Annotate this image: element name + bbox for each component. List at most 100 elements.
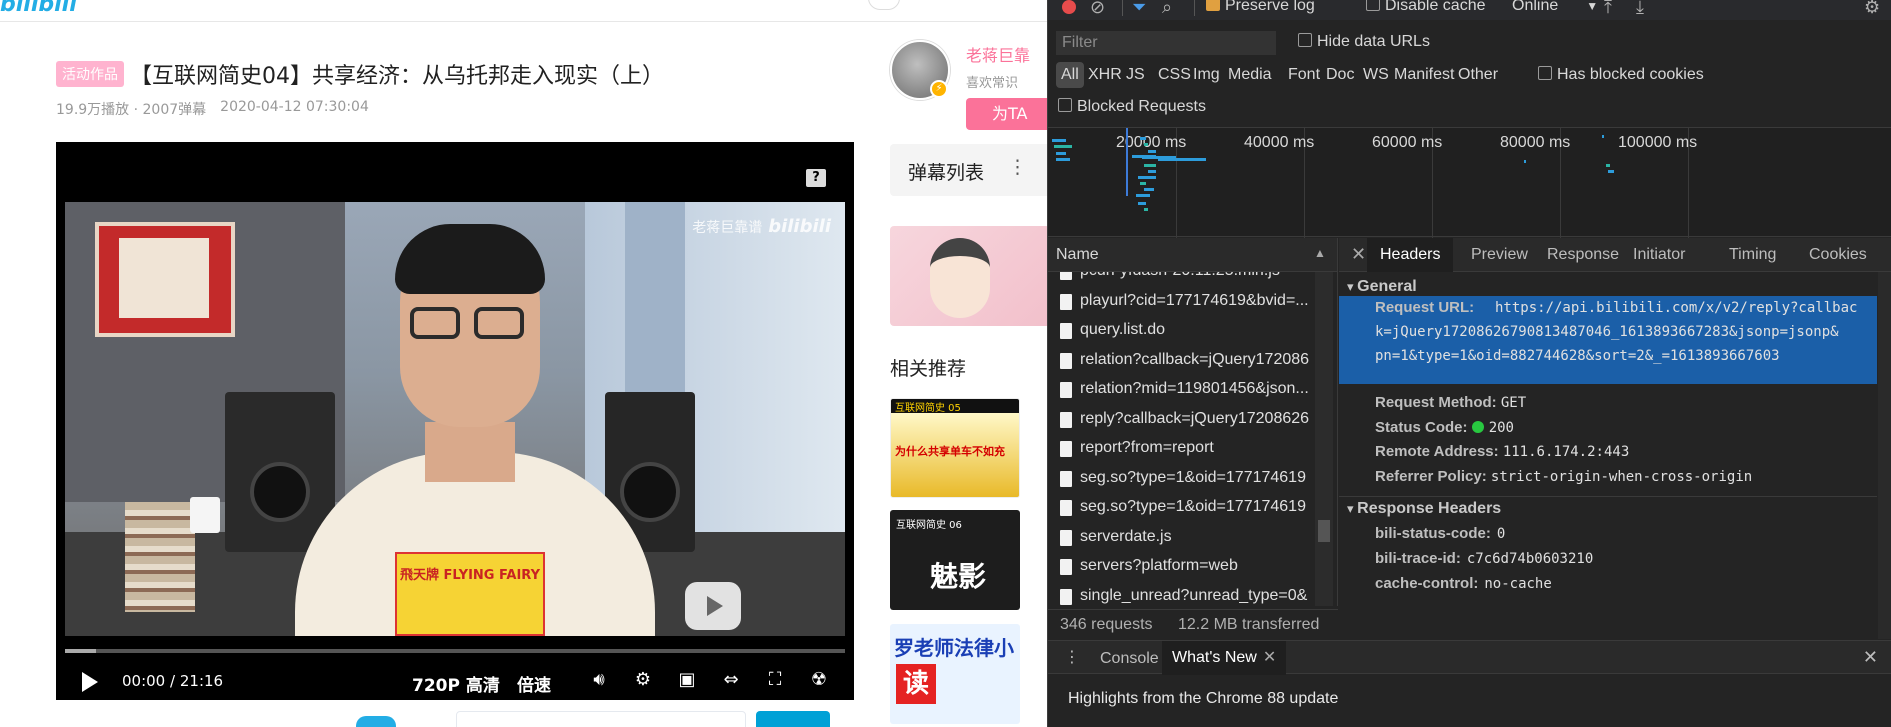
document-icon [1060, 529, 1072, 546]
request-row[interactable]: report?from=report [1048, 435, 1337, 464]
document-icon [1060, 500, 1072, 516]
type-filter-ws[interactable]: WS [1363, 62, 1389, 88]
tab-preview[interactable]: Preview [1471, 246, 1528, 264]
overview-request-bar [1606, 164, 1610, 167]
anime-character [930, 238, 990, 318]
request-row[interactable]: serverdate.js [1048, 524, 1337, 553]
up-name[interactable]: 老蒋巨靠 [966, 42, 1030, 66]
filter-input[interactable]: Filter [1056, 31, 1276, 55]
record-icon[interactable] [1062, 0, 1076, 14]
drawer-menu-icon[interactable]: ⋮ [1064, 647, 1080, 667]
request-row[interactable]: playurl?cid=177174619&bvid=... [1048, 288, 1337, 317]
web-fullscreen-icon[interactable]: ⛶ [764, 670, 786, 690]
type-filter-all[interactable]: All [1056, 62, 1084, 88]
close-drawer-icon[interactable]: ✕ [1863, 647, 1878, 668]
type-filter-doc[interactable]: Doc [1326, 62, 1354, 88]
preserve-log-checkbox[interactable]: Preserve log [1206, 0, 1315, 15]
request-row[interactable]: relation?callback=jQuery172086 [1048, 347, 1337, 376]
console-tab[interactable]: Console [1100, 650, 1159, 668]
related-thumb-3[interactable]: 罗老师法律小 读 [890, 624, 1020, 724]
request-row[interactable]: query.list.do [1048, 317, 1337, 346]
tab-initiator[interactable]: Initiator [1633, 246, 1685, 264]
has-blocked-cookies-checkbox[interactable]: Has blocked cookies [1538, 66, 1704, 84]
type-filter-css[interactable]: CSS [1158, 62, 1191, 88]
help-icon[interactable]: ? [806, 169, 826, 187]
danmu-input[interactable] [456, 711, 746, 727]
clear-icon[interactable]: ⊘ [1090, 0, 1105, 18]
resource-type-filters: Has blocked cookies All XHR JS CSS Img Media F… [1048, 62, 1891, 90]
request-list-scrollbar[interactable] [1315, 272, 1333, 606]
scrollbar-thumb[interactable] [1318, 520, 1330, 542]
response-headers-section-header[interactable]: Response Headers [1347, 500, 1501, 518]
tab-headers[interactable]: Headers [1367, 238, 1454, 272]
header-avatar-slot[interactable] [868, 0, 900, 10]
export-har-icon[interactable]: ⤓ [1636, 0, 1644, 18]
type-filter-js[interactable]: JS [1126, 62, 1145, 88]
video-player[interactable]: ? 飛天牌 FLYING FAIRY 老蒋巨靠谱 bilibili 00:00 … [56, 142, 854, 700]
disable-cache-checkbox[interactable]: Disable cache [1366, 0, 1486, 15]
follow-button[interactable]: 为TA [966, 98, 1047, 130]
related-thumb-2[interactable]: 互联网简史 06 魅影 [890, 510, 1020, 610]
settings-gear-icon[interactable]: ⚙ [632, 670, 654, 690]
video-frame[interactable]: 飛天牌 FLYING FAIRY 老蒋巨靠谱 bilibili [65, 202, 845, 636]
type-filter-xhr[interactable]: XHR [1088, 62, 1122, 88]
request-url-value-2[interactable]: k=jQuery17208626790813487046_16138936672… [1375, 324, 1839, 340]
type-filter-media[interactable]: Media [1228, 62, 1272, 88]
general-section-header[interactable]: General [1347, 278, 1417, 296]
danmu-list-header[interactable]: 弹幕列表 ⋮ [890, 144, 1047, 196]
fullscreen-icon[interactable]: ☢ [808, 670, 830, 690]
type-filter-img[interactable]: Img [1193, 62, 1220, 88]
overview-request-bar [1144, 208, 1148, 211]
play-icon[interactable] [82, 672, 98, 692]
ad-banner[interactable] [890, 226, 1047, 326]
tab-timing[interactable]: Timing [1729, 246, 1776, 264]
pip-icon[interactable]: ▣ [676, 670, 698, 690]
whats-new-tab[interactable]: What's New ✕ [1162, 641, 1287, 675]
name-column-header[interactable]: Name [1056, 246, 1099, 264]
big-play-icon[interactable] [685, 582, 741, 630]
progress-bar[interactable] [65, 649, 845, 653]
request-row[interactable]: relation?mid=119801456&json... [1048, 376, 1337, 405]
request-list-header[interactable]: Name ▲ [1048, 238, 1338, 272]
throttle-select[interactable]: Online ▼ [1512, 0, 1598, 15]
close-icon[interactable]: ✕ [1263, 649, 1276, 666]
request-row[interactable]: pcdn-yfdash-20.11.25.min.js [1048, 272, 1337, 287]
danmu-send-bar [56, 702, 854, 727]
request-row[interactable]: seg.so?type=1&oid=177174619 [1048, 465, 1337, 494]
more-icon[interactable]: ⋮ [1008, 156, 1027, 178]
widescreen-icon[interactable]: ⇔ [720, 670, 742, 690]
hide-data-urls-checkbox[interactable]: Hide data URLs [1298, 33, 1430, 51]
send-danmu-button[interactable] [756, 711, 830, 727]
request-name: reply?callback=jQuery17208626 [1080, 409, 1310, 427]
import-har-icon[interactable]: ⤒ [1604, 0, 1612, 18]
request-list: single_unread?unread_type=0& servers?plat… [1048, 272, 1338, 606]
sort-asc-icon[interactable]: ▲ [1314, 246, 1326, 260]
tab-response[interactable]: Response [1547, 246, 1619, 264]
blocked-requests-row: Blocked Requests [1048, 96, 1891, 120]
network-overview[interactable]: 20000 ms 40000 ms 60000 ms 80000 ms 100000 m… [1048, 127, 1891, 238]
activity-tag[interactable]: 活动作品 [56, 61, 124, 87]
document-icon [1060, 272, 1072, 280]
tab-cookies[interactable]: Cookies [1809, 246, 1867, 264]
request-row[interactable]: seg.so?type=1&oid=177174619 [1048, 494, 1337, 523]
request-url-value-3[interactable]: pn=1&type=1&oid=882744628&sort=2&_=16138… [1375, 348, 1780, 364]
filter-icon[interactable]: ⏷ [1132, 0, 1146, 18]
quality-button[interactable]: 720P 高清 [412, 671, 500, 696]
blocked-requests-checkbox[interactable]: Blocked Requests [1058, 98, 1206, 116]
related-thumb-1[interactable]: 互联网简史 05 为什么共享单车不如充 [890, 398, 1020, 498]
speed-button[interactable]: 倍速 [517, 671, 551, 696]
search-icon[interactable]: ⌕ [1162, 0, 1172, 18]
volume-icon[interactable]: 🔊︎ [588, 670, 610, 690]
danmu-toggle[interactable] [356, 716, 396, 727]
request-row[interactable]: single_unread?unread_type=0& [1048, 583, 1337, 607]
request-row[interactable]: servers?platform=web [1048, 553, 1337, 582]
type-filter-other[interactable]: Other [1458, 62, 1498, 88]
request-row[interactable]: reply?callback=jQuery17208626 [1048, 406, 1337, 435]
request-url-value-1[interactable]: https://api.bilibili.com/x/v2/reply?call… [1495, 300, 1857, 316]
type-filter-font[interactable]: Font [1288, 62, 1320, 88]
type-filter-manifest[interactable]: Manifest [1394, 62, 1454, 88]
bilibili-logo[interactable]: bilibili [0, 0, 77, 17]
settings-gear-icon[interactable]: ⚙ [1864, 0, 1880, 18]
close-icon[interactable]: ✕ [1351, 244, 1366, 265]
headers-scrollbar[interactable] [1878, 272, 1891, 639]
